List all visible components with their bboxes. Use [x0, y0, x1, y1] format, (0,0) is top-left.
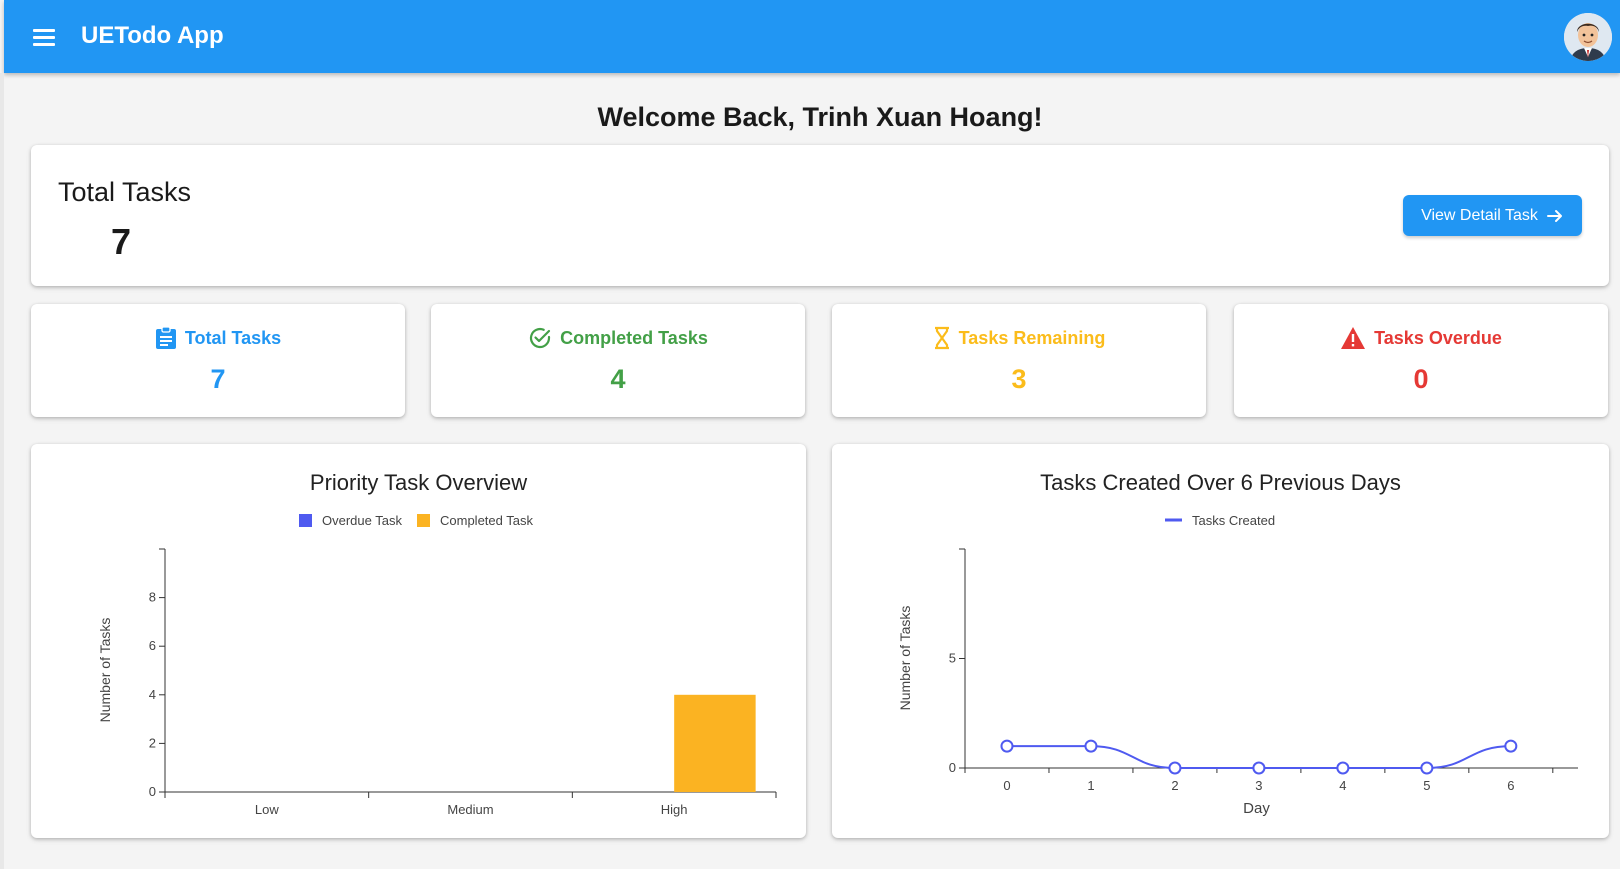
stat-label-overdue: Tasks Overdue [1374, 327, 1502, 348]
legend-swatch [299, 514, 312, 527]
total-tasks-title: Total Tasks [58, 177, 192, 207]
stat-value-overdue: 0 [1413, 364, 1429, 394]
data-point [1504, 739, 1518, 753]
data-point [1420, 761, 1434, 775]
stat-card-overdue: Tasks Overdue 0 [1234, 304, 1608, 417]
legend-label: Completed Task [440, 513, 533, 528]
warning-icon [1341, 327, 1366, 349]
y-tick-label: 6 [149, 638, 156, 653]
stat-card-total: Total Tasks 7 [31, 304, 405, 417]
left-edge [0, 73, 4, 869]
data-point [1000, 739, 1014, 753]
x-axis-label: Day [1243, 800, 1270, 817]
y-axis-label: Number of Tasks [97, 618, 113, 723]
x-tick-label: 3 [1255, 778, 1262, 793]
view-detail-task-button[interactable]: View Detail Task [1403, 195, 1582, 236]
data-point [1336, 761, 1350, 775]
total-tasks-value: 7 [111, 221, 132, 262]
stat-value-completed: 4 [610, 364, 626, 394]
stat-label-total: Total Tasks [184, 327, 282, 348]
x-tick-label: 6 [1507, 778, 1514, 793]
user-avatar-icon [1564, 13, 1612, 61]
y-tick-label: 0 [149, 784, 156, 799]
total-tasks-card: Total Tasks 7 View Detail Task [31, 145, 1609, 286]
legend-label: Tasks Created [1192, 513, 1275, 528]
data-point [1084, 739, 1098, 753]
menu-button[interactable] [26, 20, 62, 56]
y-tick-label: 2 [149, 735, 156, 750]
x-tick-label: Medium [447, 802, 493, 817]
hourglass-icon [934, 326, 949, 350]
y-tick-label: 8 [149, 590, 156, 605]
priority-bar-chart: Overdue Task Completed Task 0 2 4 6 8 Low Medium… [97, 513, 777, 817]
priority-chart-card: Priority Task Overview Overdue Task Compl… [31, 444, 806, 838]
bar [674, 694, 756, 792]
legend-swatch [417, 514, 430, 527]
clipboard-icon [155, 326, 176, 349]
y-axis-label: Number of Tasks [897, 606, 913, 711]
hamburger-icon [33, 29, 55, 32]
stat-value-remaining: 3 [1011, 364, 1027, 394]
tasks-created-line-chart: Tasks Created 0 5 0 1 2 3 4 5 6 Day Number of Tasks [897, 513, 1578, 817]
legend-label: Overdue Task [322, 513, 402, 528]
data-point [1168, 761, 1182, 775]
x-tick-label: 4 [1339, 778, 1346, 793]
tasks-created-chart-card: Tasks Created Over 6 Previous Days Tasks… [832, 444, 1609, 838]
hamburger-icon [33, 43, 55, 46]
x-tick-label: 0 [1003, 778, 1010, 793]
check-circle-icon [530, 327, 551, 349]
stat-label-remaining: Tasks Remaining [958, 327, 1106, 348]
x-tick-label: Low [255, 802, 279, 817]
y-tick-label: 4 [149, 687, 156, 702]
x-tick-label: 2 [1171, 778, 1178, 793]
welcome-heading: Welcome Back, Trinh Xuan Hoang! [597, 102, 1043, 132]
stat-card-remaining: Tasks Remaining 3 [832, 304, 1206, 417]
y-tick-label: 5 [949, 651, 956, 666]
x-tick-label: 5 [1423, 778, 1430, 793]
data-point [1252, 761, 1266, 775]
x-tick-label: High [661, 802, 688, 817]
stat-value-total: 7 [210, 364, 226, 394]
y-tick-label: 0 [949, 760, 956, 775]
hamburger-icon [33, 36, 55, 39]
app-title: UETodo App [81, 22, 224, 49]
x-tick-label: 1 [1087, 778, 1094, 793]
view-detail-task-label: View Detail Task [1421, 206, 1538, 224]
stat-label-completed: Completed Tasks [560, 327, 708, 348]
arrow-right-icon [1546, 209, 1562, 222]
app-bar: UETodo App [4, 0, 1620, 73]
avatar[interactable] [1564, 13, 1612, 61]
stat-card-completed: Completed Tasks 4 [431, 304, 805, 417]
